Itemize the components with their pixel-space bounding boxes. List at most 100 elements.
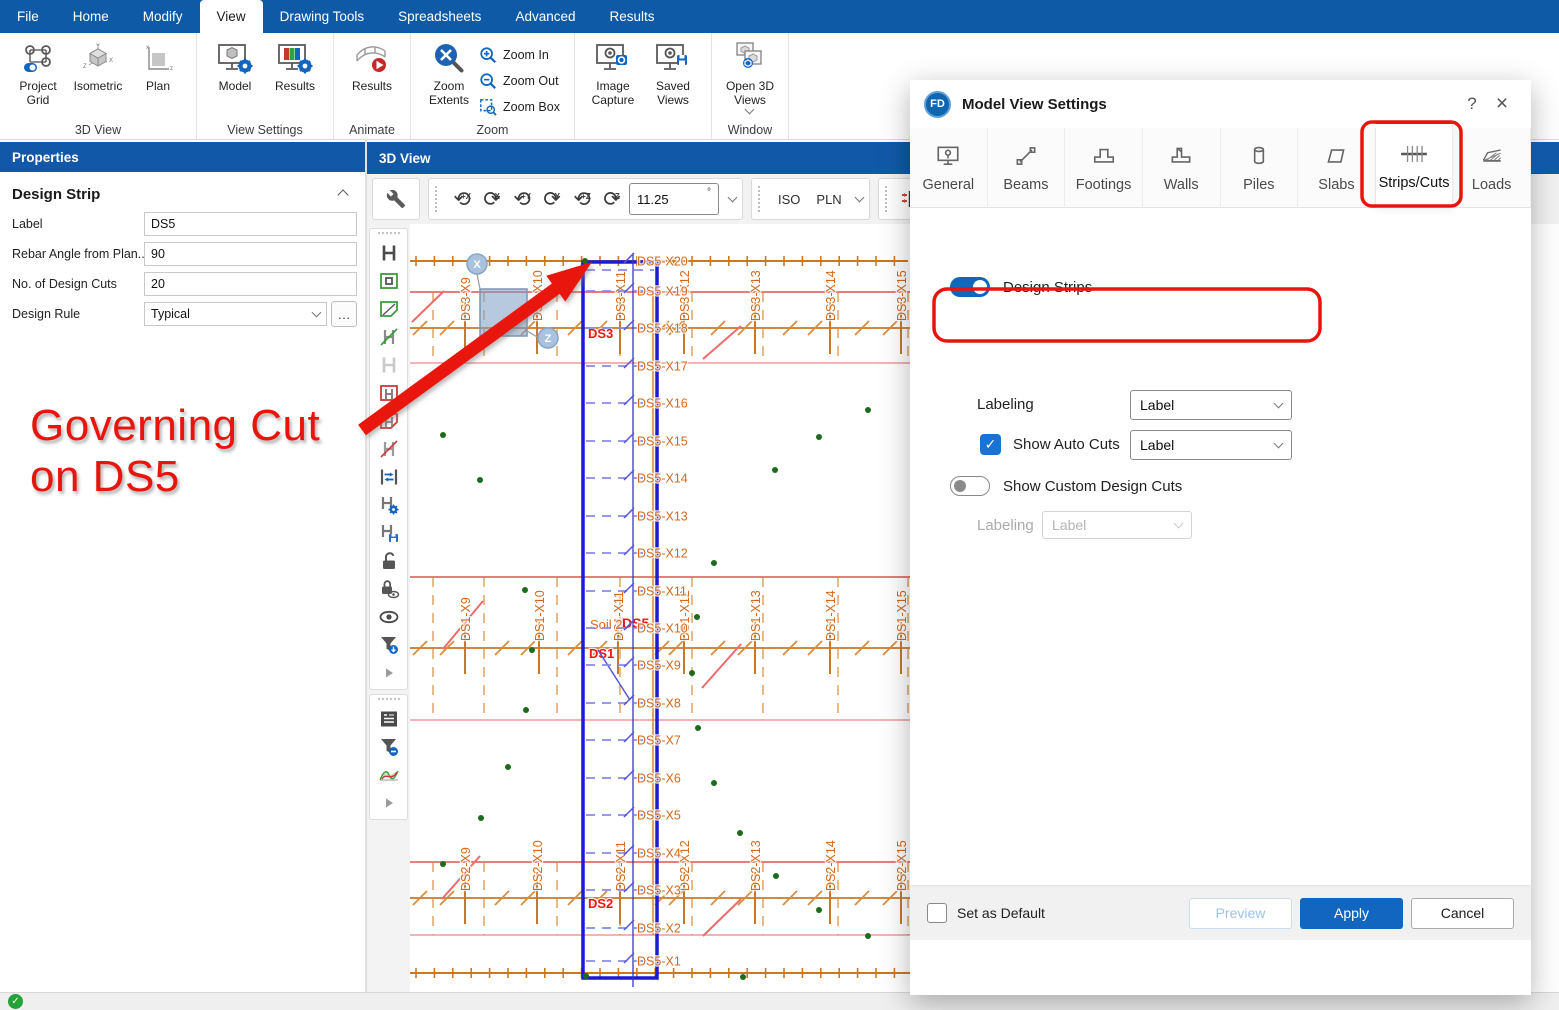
rotate-minus-x-button[interactable]: ⟳-X bbox=[477, 184, 507, 214]
rotate-plusminus-y-button[interactable]: ⟲+Y bbox=[507, 184, 537, 214]
strip-labeling-dropdown[interactable]: Label bbox=[1130, 390, 1292, 420]
rotation-angle-input[interactable]: 11.25 ° bbox=[629, 183, 719, 215]
display-options-button[interactable] bbox=[372, 178, 420, 220]
rotate-minus-y-button[interactable]: ⟳-Y bbox=[537, 184, 567, 214]
toolbar-group bbox=[369, 694, 408, 820]
zoom-box-button[interactable]: Zoom Box bbox=[479, 95, 566, 119]
isometric-button[interactable]: YXZIsometric bbox=[68, 37, 128, 94]
dialog-tab-label: Piles bbox=[1243, 177, 1274, 193]
cancel-button[interactable]: Cancel bbox=[1411, 898, 1514, 929]
swap-selection-icon[interactable] bbox=[374, 463, 404, 491]
rotate-minus-z-button[interactable]: ⟳-Z bbox=[597, 184, 627, 214]
ribbon-group-animate: ResultsAnimate bbox=[334, 33, 411, 139]
ribbon-tab-file[interactable]: File bbox=[0, 0, 56, 33]
application-window: FileHomeModifyViewDrawing ToolsSpreadshe… bbox=[0, 0, 1559, 1010]
rotate-plusminus-x-button[interactable]: ⟲+X bbox=[447, 184, 477, 214]
property-label: Label bbox=[12, 217, 144, 231]
saved-views-button[interactable]: Saved Views bbox=[643, 37, 703, 108]
zoom-out-button[interactable]: Zoom Out bbox=[479, 69, 566, 93]
expander-icon[interactable] bbox=[374, 659, 404, 687]
rotate-plusminus-z-button[interactable]: ⟲+Z bbox=[567, 184, 597, 214]
project-grid-button[interactable]: Project Grid bbox=[8, 37, 68, 108]
dialog-footer: Set as Default Preview Apply Cancel bbox=[910, 885, 1531, 940]
ribbon-tab-spreadsheets[interactable]: Spreadsheets bbox=[381, 0, 498, 33]
design-rule-dropdown[interactable]: Typical bbox=[144, 302, 327, 326]
property-value-input[interactable]: DS5 bbox=[144, 212, 357, 236]
dialog-tab-footings[interactable]: Footings bbox=[1065, 128, 1143, 208]
auto-cut-label: DS5-X10 bbox=[637, 622, 688, 636]
select-poly-green-icon[interactable] bbox=[374, 295, 404, 323]
ribbon-tab-advanced[interactable]: Advanced bbox=[498, 0, 592, 33]
results-button[interactable]: Results bbox=[342, 37, 402, 94]
unlock-icon[interactable] bbox=[374, 547, 404, 575]
plan-button[interactable]: xzPlan bbox=[128, 37, 188, 94]
view-mode-pln-button[interactable]: PLN bbox=[808, 187, 849, 212]
result-diagram-icon[interactable] bbox=[374, 761, 404, 789]
selection-save-icon[interactable] bbox=[374, 519, 404, 547]
ribbon-tab-modify[interactable]: Modify bbox=[126, 0, 200, 33]
view-mode-iso-button[interactable]: ISO bbox=[770, 187, 808, 212]
close-button[interactable]: × bbox=[1487, 89, 1517, 119]
beam-ghost-icon[interactable] bbox=[374, 351, 404, 379]
open-3d-views-button[interactable]: Open 3D Views bbox=[720, 37, 780, 113]
dialog-tab-general[interactable]: General bbox=[910, 128, 988, 208]
ribbon-tab-drawing-tools[interactable]: Drawing Tools bbox=[263, 0, 382, 33]
results-button[interactable]: Results bbox=[265, 37, 325, 94]
button-label: Zoom In bbox=[503, 48, 549, 62]
node-point bbox=[711, 780, 717, 786]
toolbar-drag-handle[interactable] bbox=[435, 186, 441, 212]
toolbar-drag-handle[interactable] bbox=[885, 186, 891, 212]
toolbar-drag-handle[interactable] bbox=[378, 698, 400, 703]
grid-strip-label: DS1-X9 bbox=[459, 597, 473, 641]
lock-visibility-icon[interactable] bbox=[374, 575, 404, 603]
image-capture-button[interactable]: Image Capture bbox=[583, 37, 643, 108]
ribbon-tab-view[interactable]: View bbox=[200, 0, 263, 33]
help-button[interactable]: ? bbox=[1457, 89, 1487, 119]
toolbar-drag-handle[interactable] bbox=[378, 232, 400, 237]
zoom-extents-button[interactable]: Zoom Extents bbox=[419, 37, 479, 108]
deselect-rect-red-icon[interactable] bbox=[374, 379, 404, 407]
auto-cut-label: DS5-X15 bbox=[637, 435, 688, 449]
deselect-poly-red-icon[interactable] bbox=[374, 407, 404, 435]
auto-cuts-labeling-dropdown[interactable]: Label bbox=[1130, 430, 1292, 460]
annotation-list-icon[interactable] bbox=[374, 705, 404, 733]
design-strips-toggle[interactable] bbox=[950, 277, 990, 297]
model-button[interactable]: Model bbox=[205, 37, 265, 94]
dialog-tab-piles[interactable]: Piles bbox=[1221, 128, 1299, 208]
expander-icon[interactable] bbox=[374, 789, 404, 817]
filter-minus-icon[interactable] bbox=[374, 733, 404, 761]
ribbon-tab-results[interactable]: Results bbox=[592, 0, 671, 33]
auto-cut-label: DS5-X3 bbox=[637, 884, 681, 898]
dialog-tab-loads[interactable]: Loads bbox=[1453, 128, 1531, 208]
dialog-tab-walls[interactable]: Walls bbox=[1143, 128, 1221, 208]
show-custom-design-cuts-label: Show Custom Design Cuts bbox=[1003, 478, 1182, 495]
dialog-tab-beams[interactable]: Beams bbox=[988, 128, 1066, 208]
show-auto-cuts-checkbox[interactable]: ✓ bbox=[980, 434, 1001, 455]
collapse-section-icon[interactable] bbox=[337, 189, 348, 200]
beam-red-slash-icon[interactable] bbox=[374, 435, 404, 463]
property-value-input[interactable]: 20 bbox=[144, 272, 357, 296]
selection-settings-icon[interactable] bbox=[374, 491, 404, 519]
svg-text:z: z bbox=[170, 66, 173, 72]
toolbar-drag-handle[interactable] bbox=[758, 186, 764, 212]
zoom-in-button[interactable]: Zoom In bbox=[479, 43, 566, 67]
dialog-tab-slabs[interactable]: Slabs bbox=[1298, 128, 1376, 208]
apply-button[interactable]: Apply bbox=[1300, 898, 1403, 929]
visibility-icon[interactable] bbox=[374, 603, 404, 631]
property-value-input[interactable]: 90 bbox=[144, 242, 357, 266]
beam-line-icon bbox=[1013, 143, 1039, 169]
ribbon-tab-home[interactable]: Home bbox=[56, 0, 126, 33]
show-custom-design-cuts-toggle[interactable] bbox=[950, 476, 990, 496]
auto-cut-label: DS5-X14 bbox=[637, 472, 688, 486]
beam-section-icon[interactable] bbox=[374, 239, 404, 267]
set-as-default-checkbox[interactable] bbox=[927, 903, 947, 923]
grid-strip-label: DS3-X9 bbox=[459, 277, 473, 321]
preview-button[interactable]: Preview bbox=[1189, 898, 1292, 929]
select-rect-green-icon[interactable] bbox=[374, 267, 404, 295]
angle-dropdown-icon[interactable] bbox=[728, 193, 738, 203]
design-rule-ellipsis-button[interactable]: … bbox=[331, 301, 357, 327]
dialog-tab-strips-cuts[interactable]: Strips/Cuts bbox=[1376, 121, 1454, 208]
view-mode-dropdown-icon[interactable] bbox=[854, 193, 864, 203]
beam-green-slash-icon[interactable] bbox=[374, 323, 404, 351]
filter-down-icon[interactable] bbox=[374, 631, 404, 659]
